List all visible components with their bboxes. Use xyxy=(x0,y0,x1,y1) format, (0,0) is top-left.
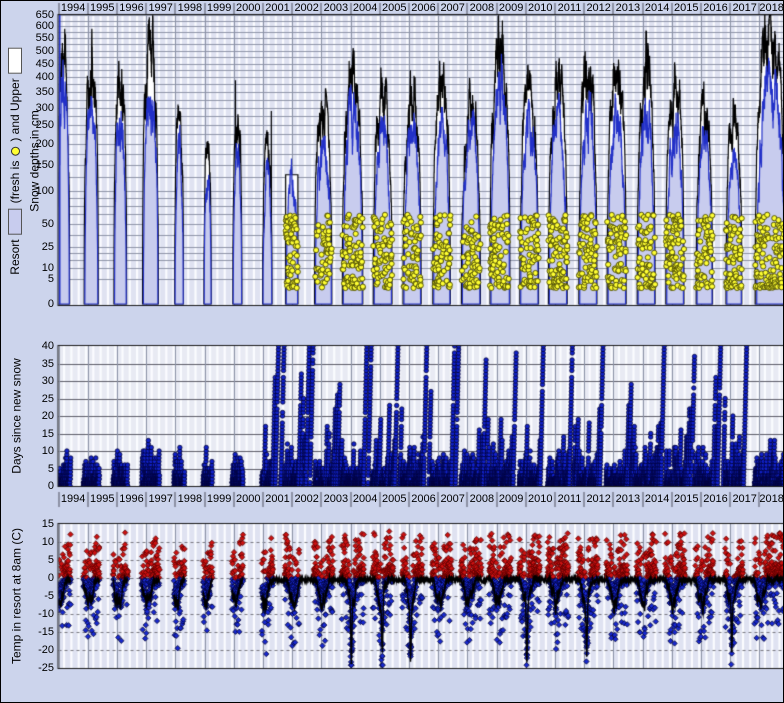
year-label-bottom-1995: 1995 xyxy=(87,493,117,505)
temp-ytick-10: 10 xyxy=(24,537,54,548)
temp-ytick--15: -15 xyxy=(24,627,54,638)
year-label-top-2005: 2005 xyxy=(379,2,409,14)
temp-ytick--5: -5 xyxy=(24,591,54,602)
snow-ytick-600: 600 xyxy=(24,21,54,32)
year-label-top-1997: 1997 xyxy=(146,2,176,14)
chart-canvas xyxy=(1,1,784,703)
year-label-top-2001: 2001 xyxy=(263,2,293,14)
snow-ytick-550: 550 xyxy=(24,33,54,44)
year-label-top-1995: 1995 xyxy=(87,2,117,14)
days-ytick-35: 35 xyxy=(24,359,54,370)
year-label-bottom-2008: 2008 xyxy=(467,493,497,505)
year-label-top-2003: 2003 xyxy=(321,2,351,14)
year-label-bottom-2018: 2018 xyxy=(757,493,784,505)
year-label-bottom-2012: 2012 xyxy=(584,493,614,505)
year-label-bottom-1999: 1999 xyxy=(204,493,234,505)
year-label-bottom-2001: 2001 xyxy=(263,493,293,505)
year-label-top-1994: 1994 xyxy=(58,2,88,14)
year-label-bottom-2016: 2016 xyxy=(701,493,731,505)
year-label-top-2009: 2009 xyxy=(496,2,526,14)
snow-axis-title-upper: ) and Upper xyxy=(9,78,22,141)
year-label-bottom-2010: 2010 xyxy=(525,493,555,505)
resort-swatch xyxy=(8,208,22,234)
year-label-bottom-2013: 2013 xyxy=(613,493,643,505)
year-label-top-2013: 2013 xyxy=(613,2,643,14)
year-label-bottom-2015: 2015 xyxy=(671,493,701,505)
snow-ytick-0: 0 xyxy=(24,299,54,310)
snow-axis-title-fresh: (fresh is xyxy=(9,161,22,204)
days-ytick-15: 15 xyxy=(24,429,54,440)
snow-ytick-5: 5 xyxy=(24,274,54,285)
temp-ytick-5: 5 xyxy=(24,555,54,566)
year-label-top-2008: 2008 xyxy=(467,2,497,14)
year-label-bottom-2017: 2017 xyxy=(730,493,760,505)
year-label-bottom-2006: 2006 xyxy=(409,493,439,505)
year-label-top-2015: 2015 xyxy=(671,2,701,14)
days-ytick-5: 5 xyxy=(24,464,54,475)
year-label-bottom-1994: 1994 xyxy=(58,493,88,505)
year-label-top-2010: 2010 xyxy=(525,2,555,14)
year-label-top-1998: 1998 xyxy=(175,2,205,14)
upper-swatch xyxy=(8,47,22,73)
days-ytick-40: 40 xyxy=(24,341,54,352)
snow-ytick-300: 300 xyxy=(24,103,54,114)
days-ytick-25: 25 xyxy=(24,394,54,405)
days-ytick-0: 0 xyxy=(24,481,54,492)
year-label-bottom-2009: 2009 xyxy=(496,493,526,505)
year-label-bottom-2005: 2005 xyxy=(379,493,409,505)
snow-history-chart: Resort (fresh is ) and Upper Snow depths… xyxy=(0,0,784,703)
year-label-bottom-2014: 2014 xyxy=(642,493,672,505)
days-axis-title: Days since new snow xyxy=(11,358,24,473)
snow-ytick-450: 450 xyxy=(24,59,54,70)
year-label-top-2012: 2012 xyxy=(584,2,614,14)
year-label-bottom-1997: 1997 xyxy=(146,493,176,505)
snow-ytick-350: 350 xyxy=(24,87,54,98)
year-label-top-2018: 2018 xyxy=(757,2,784,14)
snow-axis-title: Resort (fresh is ) and Upper xyxy=(8,47,22,274)
year-label-top-2014: 2014 xyxy=(642,2,672,14)
temp-ytick--25: -25 xyxy=(24,663,54,674)
year-label-bottom-1996: 1996 xyxy=(117,493,147,505)
snow-axis-title-resort: Resort xyxy=(9,239,22,274)
snow-ytick-50: 50 xyxy=(24,219,54,230)
snow-ytick-100: 100 xyxy=(24,186,54,197)
temp-ytick--20: -20 xyxy=(24,645,54,656)
temp-axis-title: Temp in resort at 8am (C) xyxy=(11,528,24,664)
year-label-bottom-2000: 2000 xyxy=(233,493,263,505)
year-label-bottom-2004: 2004 xyxy=(350,493,380,505)
days-ytick-10: 10 xyxy=(24,446,54,457)
year-label-top-2002: 2002 xyxy=(292,2,322,14)
temp-label: Temp in resort at 8am (C) xyxy=(11,528,24,664)
year-label-bottom-2002: 2002 xyxy=(292,493,322,505)
year-label-top-2007: 2007 xyxy=(438,2,468,14)
snow-ytick-150: 150 xyxy=(24,160,54,171)
year-label-bottom-2011: 2011 xyxy=(555,493,585,505)
temp-ytick-0: 0 xyxy=(24,573,54,584)
year-label-top-2016: 2016 xyxy=(701,2,731,14)
days-ytick-30: 30 xyxy=(24,376,54,387)
year-label-top-2017: 2017 xyxy=(730,2,760,14)
fresh-snow-dot-icon xyxy=(11,147,20,156)
snow-ytick-200: 200 xyxy=(24,139,54,150)
year-label-top-1996: 1996 xyxy=(117,2,147,14)
year-label-top-2000: 2000 xyxy=(233,2,263,14)
year-label-bottom-1998: 1998 xyxy=(175,493,205,505)
year-label-top-2011: 2011 xyxy=(555,2,585,14)
temp-ytick--10: -10 xyxy=(24,609,54,620)
snow-ytick-25: 25 xyxy=(24,242,54,253)
snow-ytick-250: 250 xyxy=(24,120,54,131)
year-label-top-2004: 2004 xyxy=(350,2,380,14)
year-label-top-1999: 1999 xyxy=(204,2,234,14)
year-label-bottom-2007: 2007 xyxy=(438,493,468,505)
snow-ytick-400: 400 xyxy=(24,72,54,83)
days-since-snow-label: Days since new snow xyxy=(11,358,24,473)
year-label-top-2006: 2006 xyxy=(409,2,439,14)
snow-ytick-500: 500 xyxy=(24,46,54,57)
year-label-bottom-2003: 2003 xyxy=(321,493,351,505)
temp-ytick-15: 15 xyxy=(24,519,54,530)
days-ytick-20: 20 xyxy=(24,411,54,422)
